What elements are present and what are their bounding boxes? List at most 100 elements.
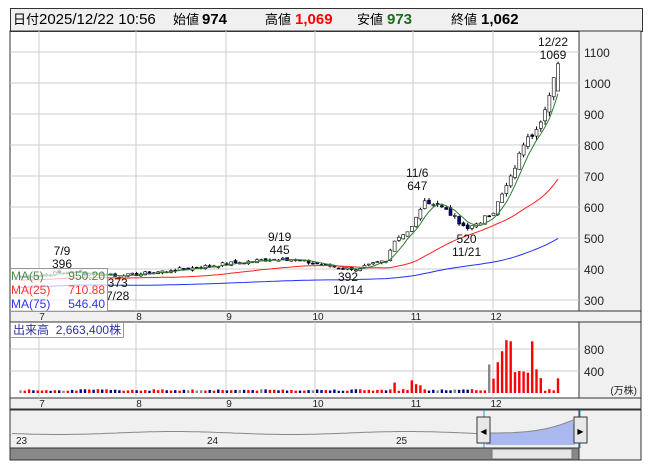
candle-up bbox=[401, 234, 406, 240]
volume-bar bbox=[225, 390, 229, 393]
volume-bar bbox=[371, 390, 375, 393]
volume-bar bbox=[298, 390, 302, 393]
volume-bar bbox=[66, 390, 69, 393]
volume-label: 出来高 bbox=[13, 323, 50, 337]
volume-bar bbox=[389, 389, 392, 393]
ma5-label: MA(5) bbox=[11, 269, 44, 283]
candle-up bbox=[508, 175, 513, 187]
volume-bar bbox=[518, 371, 521, 393]
volume-bar bbox=[264, 389, 267, 393]
candle-down bbox=[233, 260, 238, 264]
candle-up bbox=[470, 225, 474, 229]
volume-bar bbox=[32, 390, 35, 393]
volume-bar bbox=[88, 389, 91, 393]
candle-up bbox=[500, 193, 504, 203]
volume-bar bbox=[341, 390, 345, 393]
candle-up bbox=[375, 261, 380, 264]
ma25-value: 710.88 bbox=[68, 283, 105, 297]
volume-bar bbox=[45, 390, 48, 393]
volume-bar bbox=[36, 390, 39, 393]
month-label: 9 bbox=[226, 312, 232, 323]
volume-bar bbox=[83, 389, 87, 393]
candle-up bbox=[526, 136, 530, 147]
volume-bar bbox=[333, 389, 336, 393]
scrollbar-thumb[interactable] bbox=[491, 448, 573, 460]
volume-bar bbox=[496, 362, 499, 393]
volume-bar bbox=[479, 390, 482, 393]
volume-bar bbox=[328, 390, 332, 393]
volume-bar bbox=[273, 389, 276, 393]
candle-down bbox=[530, 134, 535, 137]
candle-up bbox=[371, 262, 375, 265]
volume-bar bbox=[531, 341, 534, 393]
navigator-year-label: 23 bbox=[16, 436, 28, 447]
volume-bar bbox=[303, 390, 306, 393]
volume-bar bbox=[242, 389, 246, 393]
candle-up bbox=[521, 144, 526, 156]
navigator-right-arrow-icon: ▶ bbox=[577, 427, 584, 436]
volume-bar bbox=[251, 390, 254, 393]
volume-bar bbox=[445, 390, 448, 393]
volume-bar bbox=[195, 390, 198, 393]
candle-up bbox=[431, 204, 436, 206]
candle-down bbox=[457, 216, 461, 225]
candle-up bbox=[392, 240, 397, 252]
volume-bar bbox=[268, 389, 272, 393]
candle-down bbox=[207, 265, 212, 267]
month-label: 11 bbox=[411, 312, 422, 323]
candle-down bbox=[440, 205, 444, 208]
navigator-year-label: 24 bbox=[207, 436, 219, 447]
volume-bar bbox=[187, 390, 190, 393]
volume-bar bbox=[217, 389, 220, 393]
volume-bar bbox=[543, 390, 547, 393]
volume-bar bbox=[380, 389, 383, 393]
volume-bar bbox=[113, 389, 117, 393]
volume-bar bbox=[316, 389, 319, 393]
volume-bar bbox=[290, 389, 293, 393]
price-chart[interactable]: 7788991010111112121100100090080070060050… bbox=[0, 0, 653, 470]
volume-bar bbox=[105, 389, 108, 393]
volume-unit-label: (万株) bbox=[610, 384, 637, 397]
volume-bar bbox=[522, 371, 525, 393]
volume-bar bbox=[255, 390, 259, 393]
volume-bar bbox=[62, 390, 65, 393]
price-tick-label: 900 bbox=[584, 108, 604, 122]
candle-down bbox=[336, 267, 341, 270]
volume-bar bbox=[492, 378, 495, 393]
candle-down bbox=[465, 224, 470, 229]
candle-up bbox=[551, 77, 556, 98]
volume-bar bbox=[281, 389, 284, 393]
volume-bar bbox=[311, 390, 315, 393]
navigator-left-arrow-icon: ◀ bbox=[480, 427, 487, 436]
candle-down bbox=[315, 262, 320, 265]
volume-bar bbox=[148, 390, 151, 393]
volume-bar bbox=[53, 390, 57, 393]
volume-bar bbox=[423, 389, 426, 393]
volume-bar bbox=[70, 389, 74, 393]
volume-bar bbox=[174, 390, 177, 393]
candle-up bbox=[366, 263, 371, 266]
volume-bar bbox=[27, 389, 31, 393]
price-tick-label: 800 bbox=[584, 139, 604, 153]
volume-bar bbox=[414, 384, 418, 393]
volume-bar bbox=[419, 385, 422, 393]
volume-bar bbox=[208, 389, 211, 393]
candle-down bbox=[461, 222, 466, 227]
navigator-corner bbox=[578, 409, 642, 461]
volume-bar bbox=[410, 380, 413, 393]
candle-down bbox=[444, 207, 449, 210]
volume-bar bbox=[354, 389, 358, 393]
volume-bar bbox=[500, 351, 504, 393]
volume-bar bbox=[234, 389, 237, 393]
volume-bar bbox=[204, 390, 207, 393]
volume-bar bbox=[427, 390, 431, 393]
ma25-label: MA(25) bbox=[11, 283, 51, 297]
volume-bar bbox=[109, 390, 112, 393]
volume-bar bbox=[294, 390, 297, 393]
volume-bar bbox=[75, 390, 78, 393]
ma-legend: MA(5) 950.20 MA(25) 710.88 MA(75) 546.40 bbox=[10, 268, 108, 312]
volume-bar bbox=[436, 390, 439, 393]
stock-chart-window: 日付 2025/12/22 10:56 始値 974 高値 1,069 安値 9… bbox=[0, 0, 653, 470]
candle-up bbox=[491, 212, 496, 216]
ma75-label: MA(75) bbox=[11, 297, 51, 311]
